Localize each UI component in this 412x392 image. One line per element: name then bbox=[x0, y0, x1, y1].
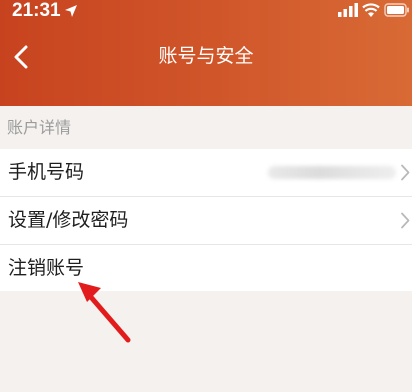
list-item-label: 手机号码 bbox=[8, 161, 85, 183]
chevron-right-icon bbox=[401, 164, 410, 181]
battery-icon bbox=[384, 3, 409, 17]
list-item-label: 设置/修改密码 bbox=[8, 209, 129, 231]
status-bar: 21:31 bbox=[0, 0, 412, 26]
list-item-cancel-account[interactable]: 注销账号 bbox=[0, 245, 412, 291]
page-title: 账号与安全 bbox=[158, 45, 254, 67]
cellular-signal-icon bbox=[338, 3, 358, 17]
blurred-phone-value bbox=[268, 166, 396, 179]
wifi-icon bbox=[362, 3, 380, 17]
list-item-password[interactable]: 设置/修改密码 bbox=[0, 197, 412, 245]
section-header: 账户详情 bbox=[7, 118, 72, 137]
settings-list: 手机号码 设置/修改密码 注销账号 bbox=[0, 149, 412, 291]
location-arrow-icon bbox=[65, 5, 77, 17]
chevron-right-icon bbox=[401, 212, 410, 229]
list-item-phone-number[interactable]: 手机号码 bbox=[0, 149, 412, 197]
status-time: 21:31 bbox=[12, 0, 61, 21]
list-item-label: 注销账号 bbox=[8, 257, 85, 279]
top-header: 21:31 账号与安全 bbox=[0, 0, 412, 106]
